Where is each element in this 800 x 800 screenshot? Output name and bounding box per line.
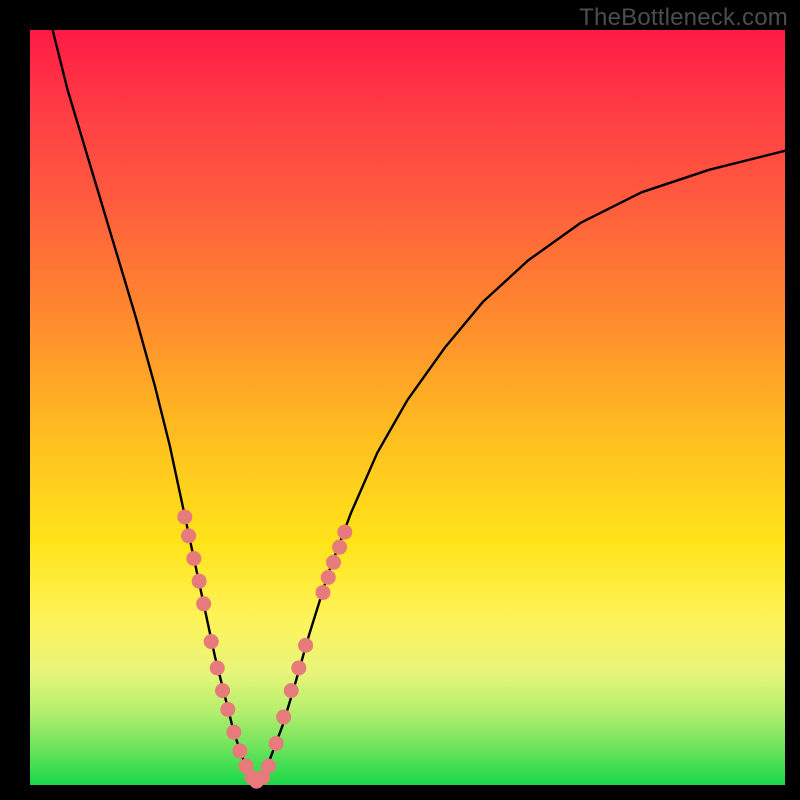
data-marker <box>186 551 201 566</box>
data-marker <box>196 596 211 611</box>
data-marker <box>326 555 341 570</box>
data-marker <box>232 744 247 759</box>
data-marker <box>215 683 230 698</box>
data-marker <box>321 570 336 585</box>
data-marker <box>210 660 225 675</box>
data-marker <box>284 683 299 698</box>
data-marker <box>298 638 313 653</box>
data-marker <box>181 528 196 543</box>
data-marker <box>291 660 306 675</box>
plot-area <box>30 30 785 785</box>
curve-markers <box>177 509 352 788</box>
data-marker <box>204 634 219 649</box>
bottleneck-curve <box>53 30 785 781</box>
data-marker <box>269 736 284 751</box>
data-marker <box>337 525 352 540</box>
data-marker <box>276 710 291 725</box>
data-marker <box>315 585 330 600</box>
data-marker <box>226 725 241 740</box>
chart-frame: TheBottleneck.com <box>0 0 800 800</box>
data-marker <box>177 509 192 524</box>
data-marker <box>192 574 207 589</box>
chart-svg <box>30 30 785 785</box>
watermark-text: TheBottleneck.com <box>579 4 788 32</box>
data-marker <box>261 759 276 774</box>
data-marker <box>220 702 235 717</box>
data-marker <box>332 540 347 555</box>
